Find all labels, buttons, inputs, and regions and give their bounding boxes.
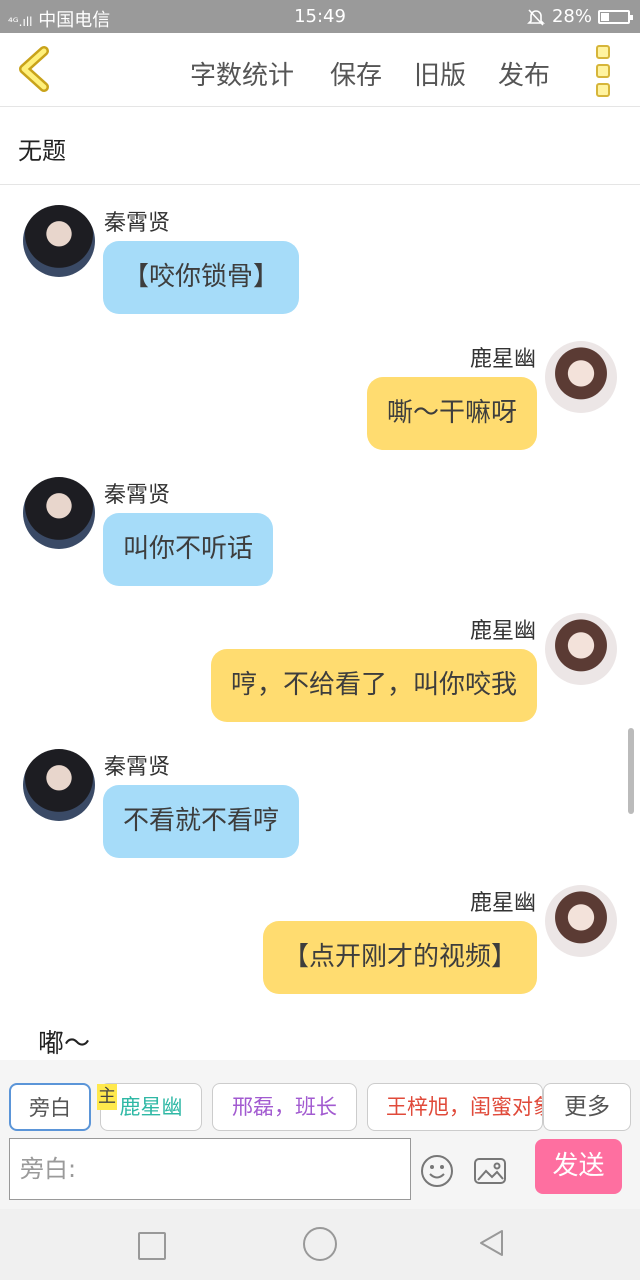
back-triangle-icon[interactable] [476, 1227, 508, 1259]
more-roles-button[interactable]: 更多 [543, 1083, 631, 1131]
system-nav-bar [0, 1209, 640, 1280]
message-bubble[interactable]: 叫你不听话 [103, 513, 274, 586]
narration-text[interactable]: 嘟～ [38, 1023, 90, 1060]
more-menu-icon[interactable] [596, 45, 614, 97]
role-narrator-button[interactable]: 旁白 [9, 1083, 91, 1131]
home-icon[interactable] [303, 1227, 337, 1261]
sender-name: 秦霄贤 [104, 755, 171, 780]
avatar[interactable] [23, 749, 95, 821]
chat-area[interactable]: 秦霄贤 【咬你锁骨】 鹿星幽 嘶～干嘛呀 秦霄贤 叫你不听话 鹿星幽 哼，不给看… [0, 185, 640, 1060]
recent-apps-icon[interactable] [138, 1232, 166, 1260]
avatar[interactable] [545, 613, 617, 685]
avatar[interactable] [23, 205, 95, 277]
main-role-badge: 主 [97, 1084, 117, 1110]
role-button-2[interactable]: 邢磊，班长 [212, 1083, 357, 1131]
sender-name: 秦霄贤 [104, 211, 171, 236]
message-input[interactable]: 旁白: [9, 1138, 411, 1200]
old-version-button[interactable]: 旧版 [414, 55, 466, 92]
publish-button[interactable]: 发布 [498, 55, 550, 92]
scrollbar[interactable] [628, 728, 634, 814]
message-bubble[interactable]: 哼，不给看了，叫你咬我 [210, 649, 537, 722]
sender-name: 鹿星幽 [469, 891, 536, 916]
avatar[interactable] [23, 477, 95, 549]
top-toolbar: 字数统计 保存 旧版 发布 [0, 33, 640, 107]
message-bubble[interactable]: 不看就不看哼 [103, 785, 300, 858]
sender-name: 鹿星幽 [469, 619, 536, 644]
save-button[interactable]: 保存 [330, 55, 382, 92]
role-button-3[interactable]: 王梓旭，闺蜜对象 [367, 1083, 543, 1131]
story-title: 无题 [18, 137, 66, 165]
message-bubble[interactable]: 嘶～干嘛呀 [366, 377, 537, 450]
status-bar: ⁴ᴳ.ıll 中国电信 15:49 28% [0, 0, 640, 33]
mute-bell-icon [527, 8, 545, 26]
battery-icon [598, 9, 633, 24]
story-title-bar[interactable]: 无题 [0, 107, 640, 185]
image-icon[interactable] [473, 1154, 507, 1188]
message-bubble[interactable]: 【咬你锁骨】 [103, 241, 300, 314]
word-count-button[interactable]: 字数统计 [190, 55, 294, 92]
back-chevron-icon[interactable] [12, 43, 56, 93]
sender-name: 秦霄贤 [104, 483, 171, 508]
send-button[interactable]: 发送 [535, 1139, 622, 1194]
message-bubble[interactable]: 【点开刚才的视频】 [262, 921, 537, 994]
battery-percent: 28% [551, 6, 592, 27]
status-right: 28% [526, 6, 633, 27]
avatar[interactable] [545, 341, 617, 413]
sender-name: 鹿星幽 [469, 347, 536, 372]
emoji-icon[interactable] [420, 1154, 454, 1188]
composer: 旁白 鹿星幽 主 邢磊，班长 王梓旭，闺蜜对象 更多 旁白: 发送 [0, 1060, 640, 1209]
avatar[interactable] [545, 885, 617, 957]
